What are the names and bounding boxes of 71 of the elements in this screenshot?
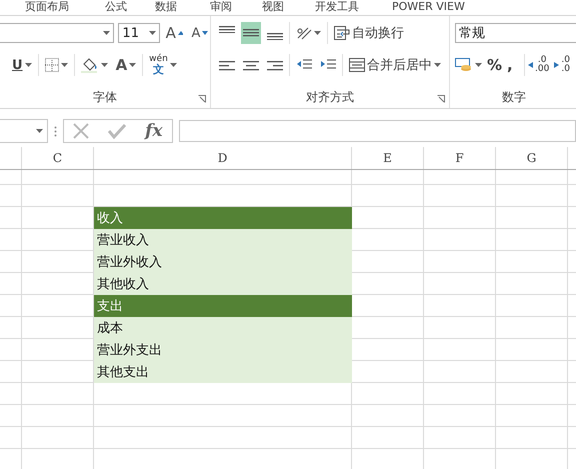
caret-icon [100,63,108,67]
table-cell: 营业外收入 [94,251,352,273]
ribbon-tab[interactable]: 公式 [105,0,127,13]
column-header[interactable]: F [424,147,496,169]
table-cell: 其他收入 [94,273,352,295]
table-cell: 成本 [94,317,352,339]
decrease-decimal-button[interactable]: .0 .0 [552,54,572,76]
wrap-text-icon [334,26,350,40]
money-icon [455,57,473,73]
ribbon-tab[interactable]: 开发工具 [315,0,359,13]
caret-icon [148,31,156,35]
column-header[interactable]: E [352,147,424,169]
group-label: 数字 [502,88,526,106]
caret-icon [24,63,32,67]
more-dots-icon [54,126,57,136]
align-icon [267,59,283,71]
ribbon-tab[interactable]: 视图 [262,0,284,13]
formula-field[interactable] [179,120,576,142]
caret-icon [103,31,110,35]
ribbon-tab[interactable]: 页面布局 [25,0,69,13]
increase-decimal-button[interactable]: .0 .00 [526,54,552,76]
column-header[interactable]: G [496,147,568,169]
ribbon-tab[interactable]: POWER VIEW [392,0,465,13]
down-arrow-icon [202,31,208,35]
group-label: 字体 [93,88,117,106]
arrow-icon [554,62,560,68]
shrink-font-button[interactable]: A [189,22,210,44]
font-color-button[interactable]: A [114,54,138,76]
arrow-icon [528,62,534,68]
slanted-text-icon [296,26,312,40]
caret-icon [60,63,68,67]
group-label: 对齐方式 [306,88,354,106]
caret-icon [434,63,441,67]
align-icon [243,29,259,37]
table-cell: 支出 [94,295,352,317]
percent-button[interactable]: % [485,54,504,76]
font-size-field[interactable]: 11 [118,23,160,43]
column-header[interactable]: D [94,147,352,169]
merge-cells-icon [349,58,365,72]
caret-icon [170,63,177,67]
wrap-text-button[interactable]: 自动换行 [332,22,406,44]
caret-icon [314,31,321,35]
phonetic-button[interactable]: wén 文 [147,54,179,76]
table-cell: 其他支出 [94,361,352,383]
caret-icon [36,129,43,133]
dialog-launcher-icon[interactable] [437,95,445,103]
table-cell: 营业外支出 [94,339,352,361]
insert-function-button[interactable]: fx [145,121,163,141]
paint-bucket-icon [80,57,99,73]
font-name-field[interactable] [0,23,114,43]
check-icon[interactable] [108,123,126,139]
table-cell: 收入 [94,207,352,229]
number-format-field[interactable]: 常规 [455,23,576,43]
dialog-launcher-icon[interactable] [198,95,206,103]
merge-center-button[interactable]: 合并后居中 [347,54,443,76]
align-icon [243,59,259,71]
border-grid-icon [44,58,59,72]
table-cell: 营业收入 [94,229,352,251]
up-arrow-icon [178,31,184,35]
ribbon-tab[interactable]: 数据 [155,0,177,13]
comma-style-button[interactable]: , [505,54,524,76]
align-icon [267,32,283,40]
align-icon [219,26,235,34]
column-header[interactable]: C [22,147,94,169]
ribbon-tab[interactable]: 审阅 [210,0,232,13]
caret-icon [475,63,482,67]
align-icon [219,59,235,71]
grow-font-button[interactable]: A [164,22,186,44]
caret-icon [129,63,136,67]
underline-button[interactable]: U [10,54,34,76]
vertical-align-button[interactable] [241,22,261,44]
